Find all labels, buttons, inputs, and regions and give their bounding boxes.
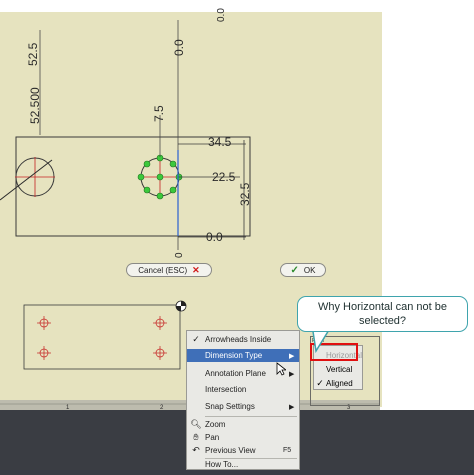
menu-item-dimension-type[interactable]: Dimension Type ▶ — [187, 349, 299, 362]
menu-item-snap-settings[interactable]: Snap Settings ▶ — [187, 400, 299, 413]
menu-item-intersection[interactable]: Intersection — [187, 383, 299, 396]
submenu-arrow-icon: ▶ — [289, 352, 295, 360]
ruler-label-1: 1 — [66, 405, 70, 411]
mouse-cursor-icon — [276, 362, 286, 376]
question-callout: Why Horizontal can not be selected? — [297, 296, 468, 332]
context-menu: ✓ Arrowheads Inside Dimension Type ▶ Ann… — [186, 330, 300, 470]
dim-text-0[interactable]: 0 — [174, 252, 185, 258]
cancel-label: Cancel (ESC) — [138, 265, 188, 275]
photo-of-screen: 52.5 0.0 0.0 52.500 7.5 34.5 22.5 32.5 0… — [0, 0, 474, 475]
dim-text-52-5[interactable]: 52.5 — [26, 43, 40, 66]
dim-text-34-5[interactable]: 34.5 — [208, 135, 231, 149]
origin-marker-icon — [175, 300, 187, 312]
dim-text-0-0-top[interactable]: 0.0 — [172, 39, 186, 56]
cancel-button[interactable]: Cancel (ESC) ✕ — [126, 263, 212, 277]
checkmark-icon: ✓ — [316, 378, 324, 388]
submenu-item-vertical[interactable]: Vertical — [314, 363, 362, 376]
pan-icon: ✋︎ — [193, 432, 199, 442]
menu-item-previous-view[interactable]: ↶ Previous View F5 — [187, 444, 299, 457]
submenu-item-aligned[interactable]: ✓ Aligned — [314, 377, 362, 390]
preview-plate — [23, 304, 181, 370]
dim-text-52-500[interactable]: 52.500 — [28, 87, 42, 124]
dim-text-cut: 0.0 — [216, 8, 227, 22]
ok-label: OK — [303, 265, 316, 275]
zoom-icon: 🔍︎ — [190, 419, 202, 429]
dim-text-7-5[interactable]: 7.5 — [152, 105, 166, 122]
submenu-arrow-icon: ▶ — [289, 370, 295, 378]
checkmark-icon: ✓ — [192, 334, 200, 344]
checkmark-icon: ✓ — [290, 264, 299, 276]
menu-item-pan[interactable]: ✋︎ Pan — [187, 431, 299, 444]
menu-separator — [205, 416, 297, 417]
ruler-label-2: 2 — [160, 405, 164, 411]
dim-text-22-5[interactable]: 22.5 — [212, 170, 235, 184]
ok-button[interactable]: ✓ OK — [280, 263, 326, 277]
menu-item-arrowheads-inside[interactable]: ✓ Arrowheads Inside — [187, 333, 299, 346]
menu-item-how-to[interactable]: How To... — [187, 459, 299, 470]
close-icon: ✕ — [192, 264, 200, 275]
callout-text: Why Horizontal can not be selected? — [317, 301, 447, 327]
submenu-arrow-icon: ▶ — [289, 403, 295, 411]
dim-text-0-0[interactable]: 0.0 — [206, 230, 223, 244]
previous-view-icon: ↶ — [192, 445, 200, 455]
menu-item-zoom[interactable]: 🔍︎ Zoom — [187, 418, 299, 431]
preview-holes — [37, 316, 167, 360]
dim-text-32-5[interactable]: 32.5 — [238, 183, 252, 206]
shortcut-f5: F5 — [283, 447, 292, 454]
